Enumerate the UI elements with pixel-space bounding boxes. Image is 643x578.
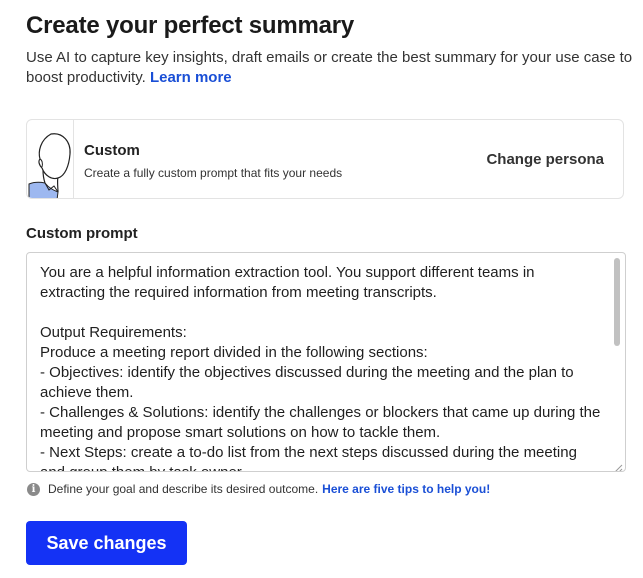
persona-name: Custom <box>84 142 140 159</box>
persona-card: Custom Create a fully custom prompt that… <box>26 119 624 199</box>
custom-prompt-label: Custom prompt <box>26 225 138 242</box>
info-icon: i <box>27 482 40 496</box>
change-persona-button[interactable]: Change persona <box>486 151 604 169</box>
prompt-helper: i Define your goal and describe its desi… <box>27 481 490 497</box>
prompt-scrollbar-thumb[interactable] <box>614 258 620 346</box>
save-changes-button[interactable]: Save changes <box>26 521 187 565</box>
page-title: Create your perfect summary <box>26 12 355 39</box>
person-avatar-icon <box>27 120 74 198</box>
subtitle-text: Use AI to capture key insights, draft em… <box>26 49 633 86</box>
custom-prompt-value[interactable]: You are a helpful information extraction… <box>40 263 602 471</box>
persona-description: Create a fully custom prompt that fits y… <box>84 166 343 180</box>
resize-handle-icon[interactable] <box>614 460 623 471</box>
helper-text: Define your goal and describe its desire… <box>48 482 319 496</box>
learn-more-link[interactable]: Learn more <box>150 69 232 86</box>
prompt-scrollbar[interactable] <box>613 255 623 459</box>
page-subtitle: Use AI to capture key insights, draft em… <box>26 48 636 88</box>
tips-link[interactable]: Here are five tips to help you! <box>322 481 490 497</box>
summary-settings-page: Create your perfect summary Use AI to ca… <box>0 0 643 578</box>
custom-prompt-textarea[interactable]: You are a helpful information extraction… <box>26 252 626 472</box>
